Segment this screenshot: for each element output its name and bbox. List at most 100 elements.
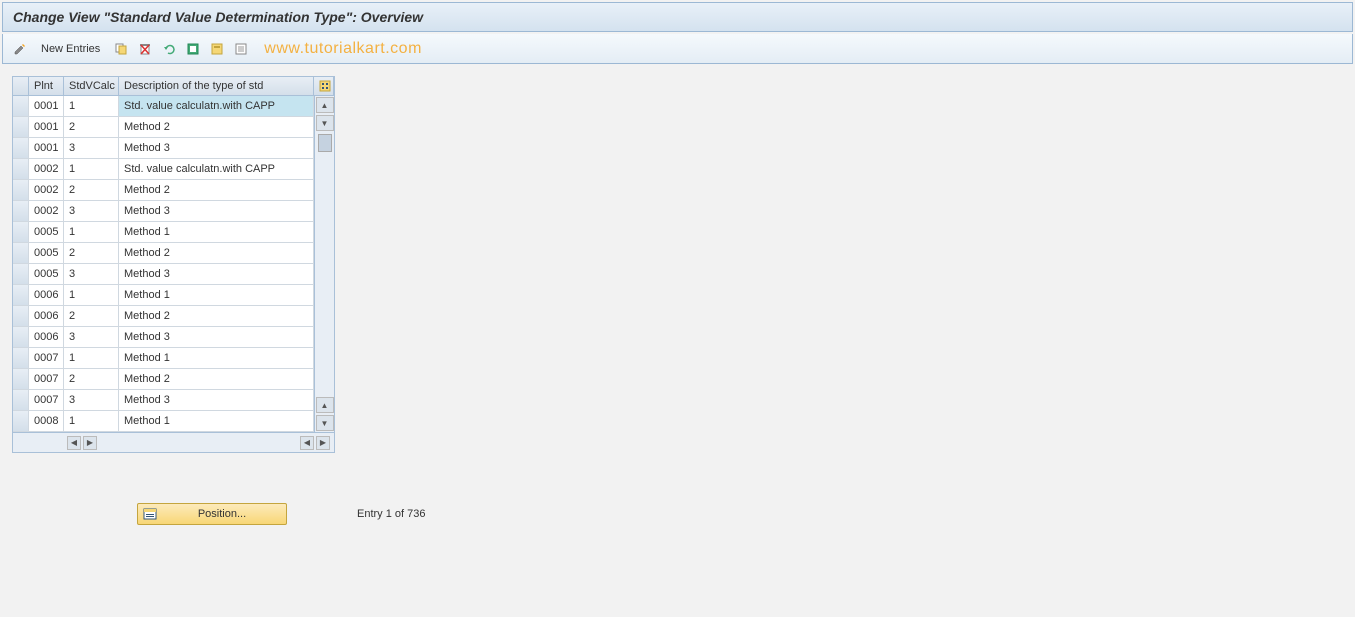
table-row: 00011Std. value calculatn.with CAPP (13, 96, 314, 117)
cell-stdvcalc[interactable]: 2 (64, 117, 119, 137)
cell-desc[interactable]: Method 1 (119, 222, 314, 242)
vertical-scrollbar[interactable]: ▲ ▼ ▲ ▼ (314, 96, 334, 432)
cell-stdvcalc[interactable]: 1 (64, 159, 119, 179)
hscroll-left-icon[interactable]: ◀ (67, 436, 81, 450)
cell-stdvcalc[interactable]: 3 (64, 138, 119, 158)
cell-desc[interactable]: Method 3 (119, 201, 314, 221)
grid-header-desc[interactable]: Description of the type of std (119, 77, 314, 95)
grid-header-stdvcalc[interactable]: StdVCalc (64, 77, 119, 95)
position-button[interactable]: Position... (137, 503, 287, 525)
cell-stdvcalc[interactable]: 1 (64, 411, 119, 431)
row-selector[interactable] (13, 243, 29, 263)
row-selector[interactable] (13, 201, 29, 221)
table-row: 00023Method 3 (13, 201, 314, 222)
horizontal-scrollbar: ◀ ▶ ◀ ▶ (13, 432, 334, 452)
table-row: 00062Method 2 (13, 306, 314, 327)
cell-stdvcalc[interactable]: 1 (64, 348, 119, 368)
select-block-icon[interactable] (208, 40, 226, 58)
cell-plnt[interactable]: 0001 (29, 117, 64, 137)
cell-stdvcalc[interactable]: 2 (64, 369, 119, 389)
row-selector[interactable] (13, 159, 29, 179)
copy-as-icon[interactable] (112, 40, 130, 58)
deselect-all-icon[interactable] (232, 40, 250, 58)
cell-plnt[interactable]: 0007 (29, 348, 64, 368)
cell-plnt[interactable]: 0001 (29, 96, 64, 116)
cell-plnt[interactable]: 0006 (29, 306, 64, 326)
cell-desc[interactable]: Method 2 (119, 117, 314, 137)
row-selector[interactable] (13, 285, 29, 305)
grid-body: 00011Std. value calculatn.with CAPP00012… (13, 96, 314, 432)
cell-plnt[interactable]: 0005 (29, 264, 64, 284)
row-selector[interactable] (13, 138, 29, 158)
cell-desc[interactable]: Method 3 (119, 327, 314, 347)
cell-desc[interactable]: Method 1 (119, 348, 314, 368)
grid-header-selector[interactable] (13, 77, 29, 95)
grid-header-plnt[interactable]: Plnt (29, 77, 64, 95)
cell-desc[interactable]: Method 3 (119, 390, 314, 410)
cell-stdvcalc[interactable]: 3 (64, 390, 119, 410)
toggle-display-change-icon[interactable] (11, 40, 29, 58)
cell-desc[interactable]: Method 3 (119, 138, 314, 158)
cell-plnt[interactable]: 0006 (29, 327, 64, 347)
cell-desc[interactable]: Method 2 (119, 369, 314, 389)
delete-icon[interactable] (136, 40, 154, 58)
data-grid: Plnt StdVCalc Description of the type of… (12, 76, 335, 453)
new-entries-button[interactable]: New Entries (35, 41, 106, 57)
toolbar: New Entries www.tutorialkart.com (2, 34, 1353, 64)
cell-plnt[interactable]: 0005 (29, 243, 64, 263)
grid-settings-icon[interactable] (314, 77, 334, 95)
table-row: 00073Method 3 (13, 390, 314, 411)
row-selector[interactable] (13, 222, 29, 242)
cell-plnt[interactable]: 0006 (29, 285, 64, 305)
row-selector[interactable] (13, 411, 29, 431)
cell-desc[interactable]: Method 1 (119, 411, 314, 431)
cell-plnt[interactable]: 0007 (29, 369, 64, 389)
row-selector[interactable] (13, 327, 29, 347)
cell-stdvcalc[interactable]: 1 (64, 222, 119, 242)
cell-plnt[interactable]: 0002 (29, 159, 64, 179)
cell-stdvcalc[interactable]: 3 (64, 327, 119, 347)
cell-stdvcalc[interactable]: 2 (64, 306, 119, 326)
cell-desc[interactable]: Std. value calculatn.with CAPP (119, 96, 314, 116)
cell-stdvcalc[interactable]: 1 (64, 285, 119, 305)
table-row: 00063Method 3 (13, 327, 314, 348)
cell-stdvcalc[interactable]: 2 (64, 243, 119, 263)
row-selector[interactable] (13, 264, 29, 284)
scroll-up-page-icon[interactable]: ▲ (316, 397, 334, 413)
row-selector[interactable] (13, 348, 29, 368)
scroll-up-icon[interactable]: ▲ (316, 97, 334, 113)
cell-desc[interactable]: Method 2 (119, 243, 314, 263)
cell-desc[interactable]: Method 2 (119, 306, 314, 326)
row-selector[interactable] (13, 180, 29, 200)
cell-desc[interactable]: Method 2 (119, 180, 314, 200)
cell-plnt[interactable]: 0002 (29, 180, 64, 200)
hscroll-last-icon[interactable]: ▶ (316, 436, 330, 450)
select-all-icon[interactable] (184, 40, 202, 58)
cell-stdvcalc[interactable]: 3 (64, 264, 119, 284)
scroll-down-step-icon[interactable]: ▼ (316, 115, 334, 131)
cell-desc[interactable]: Method 1 (119, 285, 314, 305)
cell-plnt[interactable]: 0002 (29, 201, 64, 221)
cell-stdvcalc[interactable]: 3 (64, 201, 119, 221)
table-row: 00051Method 1 (13, 222, 314, 243)
cell-stdvcalc[interactable]: 2 (64, 180, 119, 200)
cell-desc[interactable]: Std. value calculatn.with CAPP (119, 159, 314, 179)
hscroll-right-icon[interactable]: ▶ (83, 436, 97, 450)
hscroll-first-icon[interactable]: ◀ (300, 436, 314, 450)
cell-plnt[interactable]: 0005 (29, 222, 64, 242)
row-selector[interactable] (13, 96, 29, 116)
cell-plnt[interactable]: 0008 (29, 411, 64, 431)
undo-change-icon[interactable] (160, 40, 178, 58)
row-selector[interactable] (13, 390, 29, 410)
scroll-down-icon[interactable]: ▼ (316, 415, 334, 431)
cell-desc[interactable]: Method 3 (119, 264, 314, 284)
cell-plnt[interactable]: 0001 (29, 138, 64, 158)
cell-plnt[interactable]: 0007 (29, 390, 64, 410)
scroll-thumb[interactable] (318, 134, 332, 152)
row-selector[interactable] (13, 369, 29, 389)
row-selector[interactable] (13, 306, 29, 326)
row-selector[interactable] (13, 117, 29, 137)
watermark-text: www.tutorialkart.com (264, 40, 422, 58)
table-row: 00013Method 3 (13, 138, 314, 159)
cell-stdvcalc[interactable]: 1 (64, 96, 119, 116)
